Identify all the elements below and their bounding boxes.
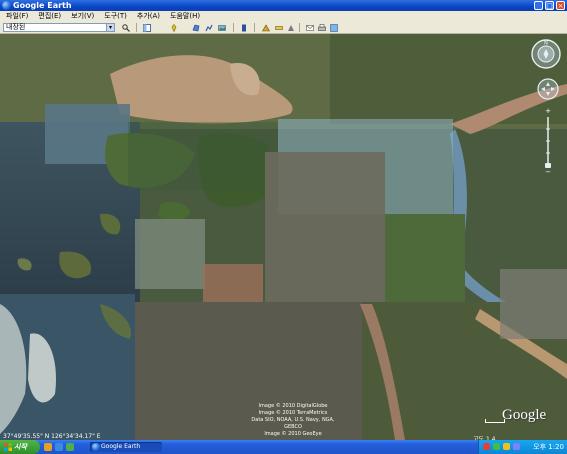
copyright-line: Data SIO, NOAA, U.S. Navy, NGA, GEBCO [251,417,335,430]
tray-network-icon[interactable] [493,443,500,450]
window-title: Google Earth [13,1,72,10]
windows-logo-icon [4,443,12,451]
toolbar-separator [233,23,234,32]
close-button[interactable]: × [556,1,565,10]
google-earth-icon [2,1,11,10]
copyright-line: Image © 2010 TerraMetrics [258,410,328,416]
tray-volume-icon[interactable] [503,443,510,450]
toolbar-separator [299,23,300,32]
earth-viewport[interactable] [0,34,567,440]
quick-launch [44,443,74,451]
image-overlay-icon[interactable] [217,23,227,32]
look-around-control[interactable]: N [531,39,561,69]
sky-icon[interactable] [261,23,271,32]
menu-help[interactable]: 도움말(H) [170,11,200,21]
start-button[interactable]: 시작 [0,440,40,454]
google-earth-icon [92,443,100,451]
menu-file[interactable]: 파일(F) [6,11,28,21]
menu-add[interactable]: 추가(A) [137,11,160,21]
svg-text:N: N [544,41,548,47]
search-dropdown-button[interactable]: ▾ [106,23,115,32]
menu-tools[interactable]: 도구(T) [104,11,127,21]
copyright-line: Image © 2010 DigitalGlobe [258,403,328,409]
scale-bar [485,419,505,423]
browser-icon[interactable] [55,443,63,451]
tray-security-icon[interactable] [483,443,490,450]
record-tour-icon[interactable] [239,23,249,32]
email-icon[interactable] [305,23,315,32]
copyright-line: Image © 2010 GeoEye [264,431,322,437]
tray-ime-icon[interactable] [513,443,520,450]
maximize-button[interactable]: □ [545,1,554,10]
maps-icon[interactable] [286,23,296,32]
search-icon[interactable] [121,23,131,32]
task-label: Google Earth [101,443,141,450]
folder-icon[interactable] [44,443,52,451]
menu-edit[interactable]: 편집(E) [38,11,61,21]
media-icon[interactable] [66,443,74,451]
imagery-copyright: Image © 2010 DigitalGlobe Image © 2010 T… [243,403,343,438]
placemark-icon[interactable] [169,23,179,32]
start-label: 시작 [14,443,27,451]
menu-view[interactable]: 보기(V) [71,11,94,21]
svg-text:+: + [545,107,551,115]
sidebar-icon[interactable] [142,23,152,32]
zoom-slider[interactable]: + − [543,107,553,176]
toolbar-separator [254,23,255,32]
menu-bar: 파일(F) 편집(E) 보기(V) 도구(T) 추가(A) 도움말(H) [0,11,567,21]
coordinate-readout: 37°49'35.55" N 126°34'34.17" E [3,433,101,440]
ruler-icon[interactable] [274,23,284,32]
satellite-imagery [0,34,567,440]
toolbar-separator [136,23,137,32]
view-in-maps-icon[interactable] [329,23,339,32]
print-icon[interactable] [317,23,327,32]
toolbar: 내장된 ▾ [0,21,567,34]
minimize-button[interactable]: _ [534,1,543,10]
polygon-icon[interactable] [191,23,201,32]
taskbar: 시작 Google Earth 오후 1:20 [0,440,567,454]
path-icon[interactable] [204,23,214,32]
system-tray: 오후 1:20 [478,440,567,454]
search-input[interactable]: 내장된 [3,23,115,32]
taskbar-google-earth-button[interactable]: Google Earth [90,442,162,452]
title-bar: Google Earth _ □ × [0,0,567,11]
move-control[interactable] [537,78,559,100]
google-logo: Google [502,407,547,423]
clock: 오후 1:20 [533,443,564,451]
svg-text:−: − [545,168,551,175]
